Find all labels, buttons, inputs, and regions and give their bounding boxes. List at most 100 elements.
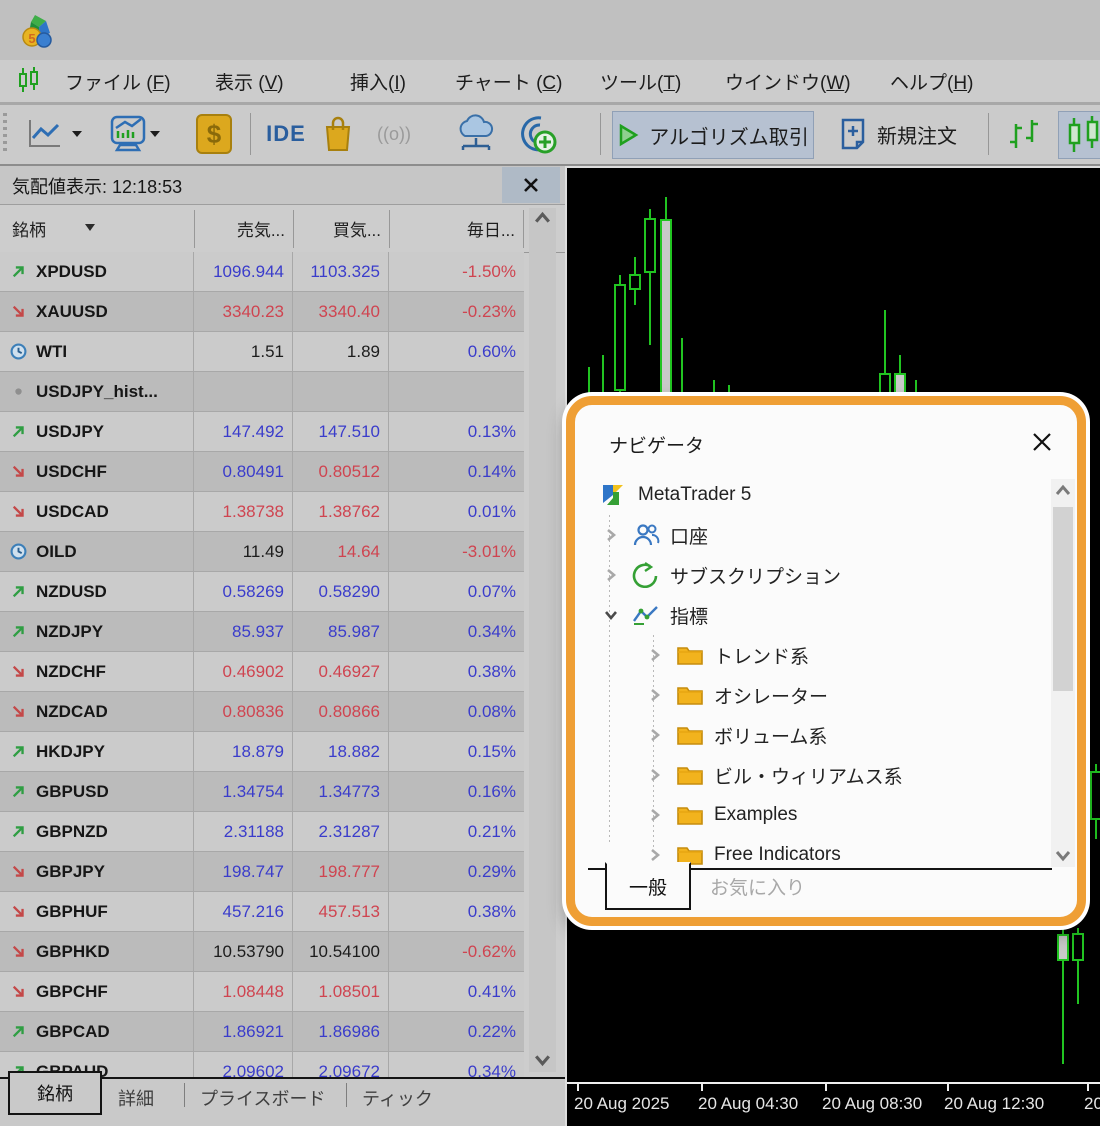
navigator-tab-お気に入り[interactable]: お気に入り: [710, 873, 805, 900]
menu-item-i[interactable]: 挿入(I): [350, 68, 406, 95]
expand-expander-icon[interactable]: [648, 768, 662, 782]
tree-item[interactable]: サブスクリプション: [588, 555, 1043, 595]
expand-expander-icon[interactable]: [648, 648, 662, 662]
expand-expander-icon[interactable]: [604, 568, 618, 582]
quote-row[interactable]: XAUUSD3340.233340.40-0.23%: [0, 292, 524, 332]
downtick-arrow-icon: [10, 903, 27, 920]
scroll-down-icon[interactable]: [532, 1049, 553, 1070]
scrollbar-thumb[interactable]: [1053, 507, 1073, 691]
quote-row[interactable]: GBPUSD1.347541.347730.16%: [0, 772, 524, 812]
scroll-up-icon[interactable]: [1053, 481, 1073, 501]
quote-row[interactable]: GBPHKD10.5379010.54100-0.62%: [0, 932, 524, 972]
navigator-popup: ナビゲータ MetaTrader 5口座サブスクリプション指標トレンド系オシレー…: [566, 396, 1086, 926]
algo-trading-button[interactable]: アルゴリズム取引: [612, 111, 814, 159]
quote-row[interactable]: NZDCHF0.469020.469270.38%: [0, 652, 524, 692]
new-order-button[interactable]: 新規注文: [824, 111, 972, 157]
column-header[interactable]: 売気...: [237, 216, 285, 241]
column-header[interactable]: 銘柄: [12, 216, 46, 241]
tree-item[interactable]: ビル・ウィリアムス系: [588, 755, 1043, 795]
uptick-arrow-icon: [10, 743, 27, 760]
bid-price: 2.09602: [194, 1052, 293, 1077]
quote-row[interactable]: USDJPY_hist...: [0, 372, 524, 412]
signals-button[interactable]: [508, 111, 564, 157]
navigator-close-button[interactable]: [1027, 427, 1057, 457]
expand-expander-icon[interactable]: [648, 808, 662, 822]
menu-item-w[interactable]: ウインドウ(W): [725, 68, 851, 95]
quote-row[interactable]: XPDUSD1096.9441103.325-1.50%: [0, 252, 524, 292]
play-icon: [617, 123, 639, 147]
time-axis-label: 20 Aug 08:30: [822, 1094, 922, 1114]
collapse-expander-icon[interactable]: [604, 608, 618, 622]
quote-row[interactable]: GBPHUF457.216457.5130.38%: [0, 892, 524, 932]
filter-dropdown-icon[interactable]: [84, 223, 96, 232]
tab-ティック[interactable]: ティック: [362, 1085, 433, 1111]
tree-item[interactable]: 口座: [588, 515, 1043, 555]
bar-chart-type-button[interactable]: [998, 111, 1050, 157]
ask-price: 1.34773: [293, 772, 389, 811]
market-watch-symbols-button[interactable]: $: [194, 111, 234, 157]
downtick-arrow-icon: [10, 503, 27, 520]
cloud-button[interactable]: [450, 111, 502, 157]
quote-row[interactable]: GBPCHF1.084481.085010.41%: [0, 972, 524, 1012]
quote-row[interactable]: HKDJPY18.87918.8820.15%: [0, 732, 524, 772]
quote-row[interactable]: NZDCAD0.808360.808660.08%: [0, 692, 524, 732]
scroll-down-icon[interactable]: [1053, 845, 1073, 865]
chart-profile-button[interactable]: [104, 111, 166, 157]
session-closed-clock-icon: [10, 543, 27, 560]
menu-item-f[interactable]: ファイル (F): [65, 68, 171, 95]
menu-item-c[interactable]: チャート (C): [455, 68, 562, 95]
column-header[interactable]: 毎日...: [467, 216, 515, 241]
tab-詳細[interactable]: 詳細: [118, 1085, 154, 1111]
market-watch-close-button[interactable]: [502, 167, 560, 203]
column-header[interactable]: 買気...: [333, 216, 381, 241]
market-watch-scrollbar[interactable]: [529, 208, 556, 1072]
navigator-scrollbar[interactable]: [1051, 479, 1075, 867]
menu-item-t[interactable]: ツール(T): [600, 68, 681, 95]
downtick-arrow-icon: [10, 943, 27, 960]
news-button[interactable]: ((o)): [370, 111, 418, 157]
tree-item[interactable]: 指標: [588, 595, 1043, 635]
symbol-name: GBPNZD: [36, 822, 108, 842]
scroll-up-icon[interactable]: [532, 208, 553, 229]
symbol-name: HKDJPY: [36, 742, 105, 762]
expand-expander-icon[interactable]: [648, 848, 662, 862]
daily-change: 0.21%: [389, 812, 524, 851]
tree-item[interactable]: Examples: [588, 795, 1043, 835]
market-button[interactable]: [316, 111, 360, 157]
tab-プライスボード[interactable]: プライスボード: [200, 1085, 325, 1111]
quote-row[interactable]: GBPCAD1.869211.869860.22%: [0, 1012, 524, 1052]
tree-item-label: MetaTrader 5: [638, 484, 751, 506]
tab-銘柄[interactable]: 銘柄: [8, 1071, 102, 1115]
daily-change: 0.14%: [389, 452, 524, 491]
tree-item-root[interactable]: MetaTrader 5: [588, 475, 1043, 515]
close-icon: [522, 176, 540, 194]
line-chart-type-button[interactable]: [24, 111, 86, 157]
bid-price: 0.58269: [194, 572, 293, 611]
toolbar-grip[interactable]: [3, 113, 7, 155]
quote-row[interactable]: USDCHF0.804910.805120.14%: [0, 452, 524, 492]
menu-item-h[interactable]: ヘルプ(H): [890, 68, 973, 95]
expand-expander-icon[interactable]: [604, 528, 618, 542]
quote-row[interactable]: GBPJPY198.747198.7770.29%: [0, 852, 524, 892]
navigator-tab-一般[interactable]: 一般: [605, 862, 691, 910]
menu-item-v[interactable]: 表示 (V): [215, 68, 284, 95]
quote-row[interactable]: GBPNZD2.311882.312870.21%: [0, 812, 524, 852]
ask-price: 85.987: [293, 612, 389, 651]
ide-button[interactable]: IDE: [258, 111, 314, 157]
quote-row[interactable]: WTI1.511.890.60%: [0, 332, 524, 372]
quote-row[interactable]: USDCAD1.387381.387620.01%: [0, 492, 524, 532]
tree-item-label: Free Indicators: [714, 844, 841, 866]
quote-row[interactable]: USDJPY147.492147.5100.13%: [0, 412, 524, 452]
bid-price: 198.747: [194, 852, 293, 891]
quote-row[interactable]: OILD11.4914.64-3.01%: [0, 532, 524, 572]
quote-row[interactable]: NZDJPY85.93785.9870.34%: [0, 612, 524, 652]
quote-row[interactable]: NZDUSD0.582690.582900.07%: [0, 572, 524, 612]
bid-price: 0.46902: [194, 652, 293, 691]
expand-expander-icon[interactable]: [648, 688, 662, 702]
tree-item[interactable]: トレンド系: [588, 635, 1043, 675]
ask-price: 2.09672: [293, 1052, 389, 1077]
tree-item[interactable]: オシレーター: [588, 675, 1043, 715]
candlestick-chart-type-button[interactable]: [1058, 111, 1100, 159]
expand-expander-icon[interactable]: [648, 728, 662, 742]
tree-item[interactable]: ボリューム系: [588, 715, 1043, 755]
